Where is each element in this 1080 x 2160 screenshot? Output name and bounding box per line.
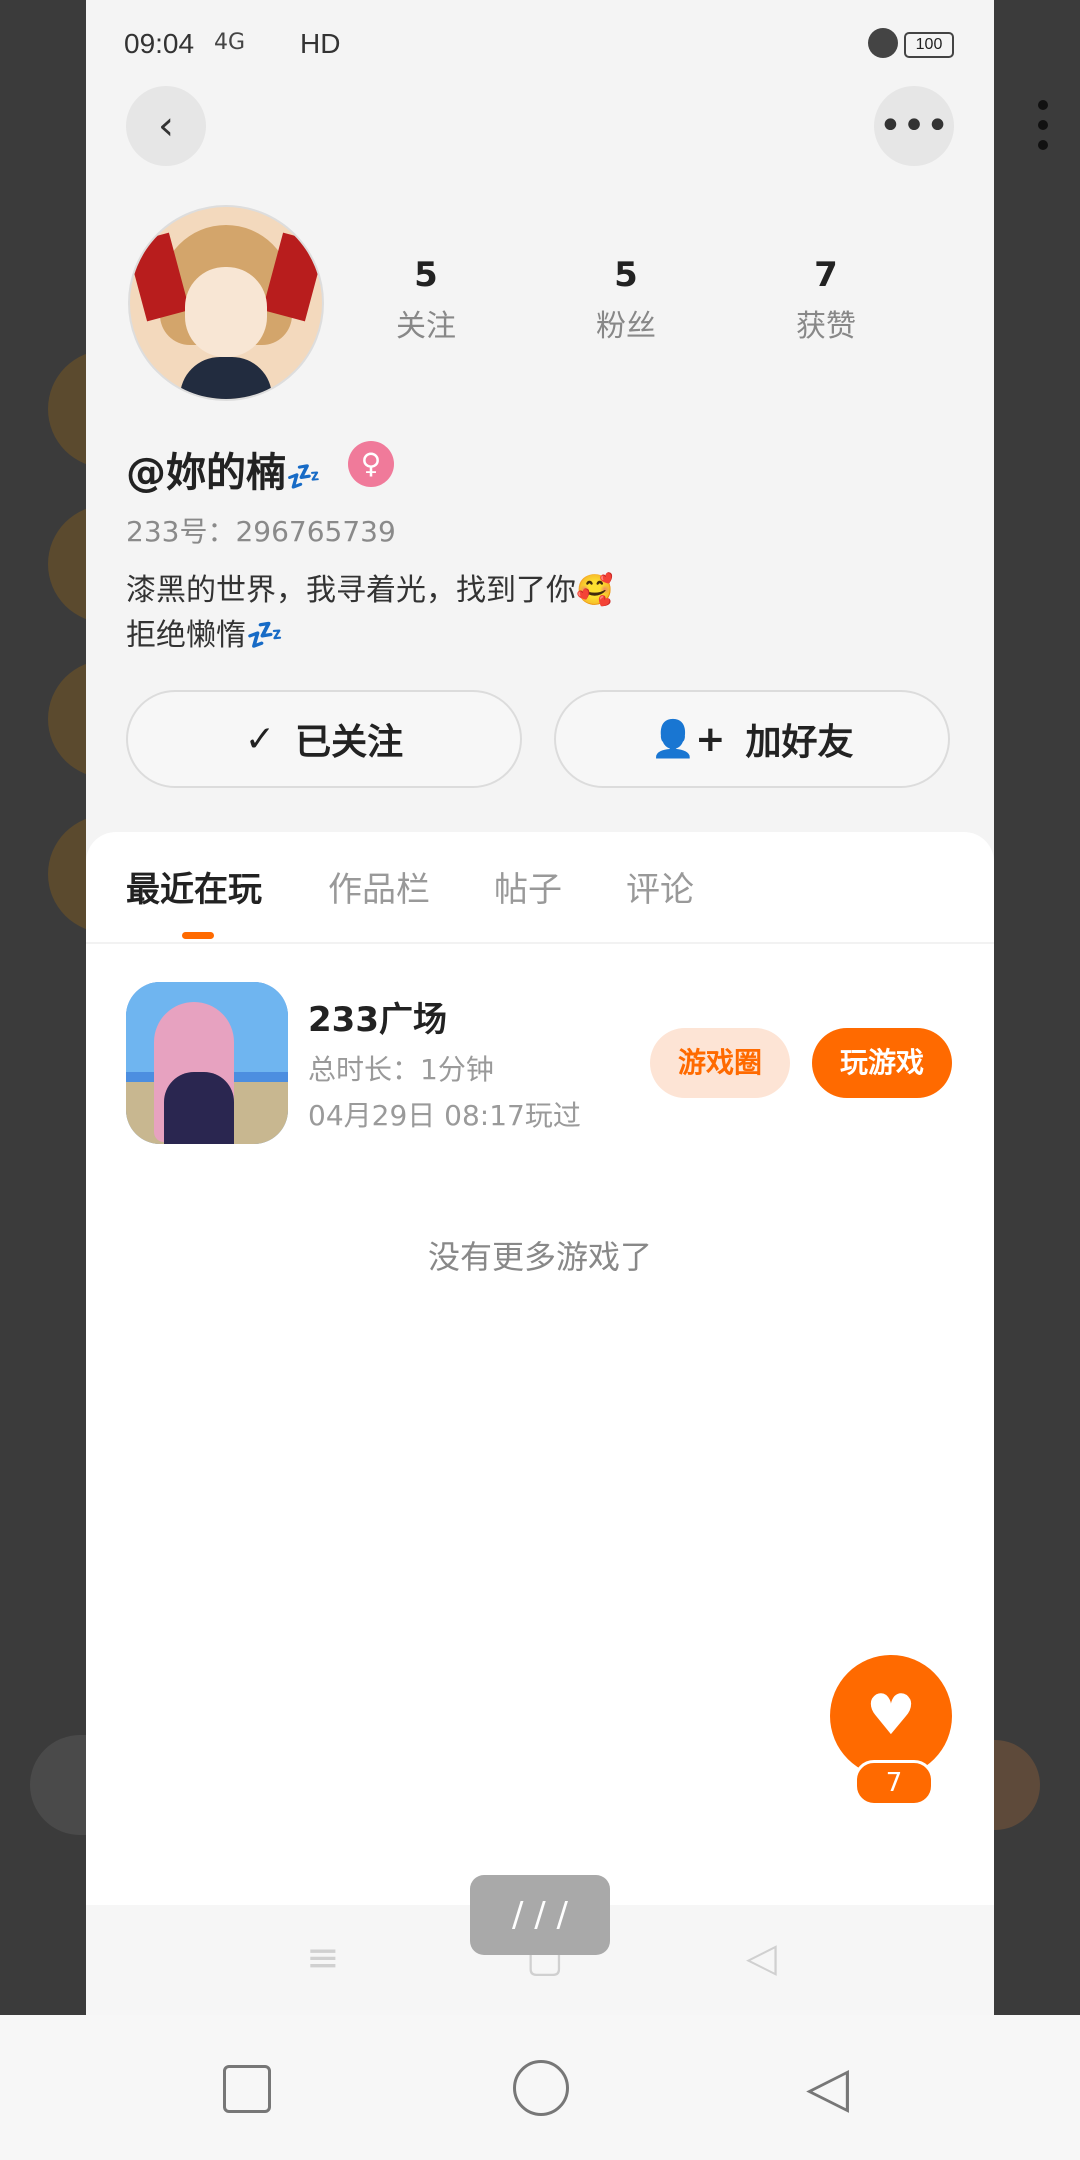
hd-label: HD: [300, 28, 341, 59]
status-bar: 09:04 4G HD 100: [86, 0, 994, 90]
home-icon[interactable]: [513, 2060, 569, 2116]
game-title: 233广场: [308, 1000, 447, 1040]
bio-line-2: 拒绝懒惰💤: [126, 618, 284, 653]
system-navigation-bar: ◁: [0, 2015, 1080, 2160]
profile-sheet: 09:04 4G HD 100 ‹ ••• 5 关注 5 粉丝 7 获赞 @妳的…: [86, 0, 994, 2015]
recent-apps-icon[interactable]: [223, 2065, 271, 2113]
status-time: 09:04: [124, 28, 195, 59]
tab-works[interactable]: 作品栏: [328, 862, 430, 911]
stat-label: 获赞: [796, 309, 856, 344]
nickname-text: @妳的楠: [126, 450, 286, 496]
profile-tabs: 最近在玩 作品栏 帖子 评论: [86, 832, 994, 944]
stat-following[interactable]: 5 关注: [356, 255, 496, 345]
more-horizontal-icon: •••: [878, 103, 950, 149]
stat-label: 粉丝: [596, 309, 656, 344]
tab-posts[interactable]: 帖子: [494, 862, 562, 911]
alarm-icon: [868, 28, 898, 58]
stat-value: 5: [414, 255, 438, 295]
back-button[interactable]: ‹: [126, 86, 206, 166]
page-indicator: / / /: [470, 1875, 610, 1955]
menu-icon: ≡: [306, 1935, 340, 1981]
signal-icon: 4G: [214, 30, 246, 55]
play-game-button[interactable]: 玩游戏: [812, 1028, 952, 1098]
tab-recently-played[interactable]: 最近在玩: [126, 862, 262, 911]
stat-label: 关注: [396, 309, 456, 344]
followed-button[interactable]: ✓ 已关注: [126, 690, 522, 788]
back-triangle-icon: ◁: [746, 1935, 777, 1981]
stat-likes[interactable]: 7 获赞: [756, 255, 896, 345]
followed-label: 已关注: [295, 722, 404, 763]
add-user-icon: 👤+: [650, 719, 726, 760]
add-friend-button[interactable]: 👤+ 加好友: [554, 690, 950, 788]
game-duration: 总时长：1分钟: [308, 1053, 494, 1086]
list-item[interactable]: 233广场 总时长：1分钟 04月29日 08:17玩过 游戏圈 玩游戏: [126, 982, 956, 1147]
like-count-badge: 7: [854, 1760, 934, 1806]
female-icon: ♀: [348, 441, 394, 487]
chevron-left-icon: ‹: [158, 103, 174, 149]
user-id: 233号：296765739: [126, 515, 396, 548]
more-button[interactable]: •••: [874, 86, 954, 166]
background-right: [994, 0, 1080, 2015]
like-button[interactable]: ♥: [830, 1655, 952, 1777]
tab-indicator: [182, 932, 214, 939]
game-icon[interactable]: [126, 982, 288, 1144]
sleep-emoji: 💤: [286, 460, 321, 493]
avatar[interactable]: [128, 205, 324, 401]
back-icon[interactable]: ◁: [806, 2055, 849, 2120]
battery-icon: 100: [904, 32, 954, 58]
stat-value: 7: [814, 255, 838, 295]
profile-stats: 5 关注 5 粉丝 7 获赞: [326, 255, 926, 345]
game-last-played: 04月29日 08:17玩过: [308, 1099, 581, 1132]
stat-value: 5: [614, 255, 638, 295]
stat-followers[interactable]: 5 粉丝: [556, 255, 696, 345]
bio-line-1: 漆黑的世界，我寻着光，找到了你🥰: [126, 573, 614, 608]
check-icon: ✓: [244, 718, 276, 760]
content-panel: 最近在玩 作品栏 帖子 评论 233广场 总时长：1分钟 04月29日 08:1…: [86, 832, 994, 2015]
heart-icon: ♥: [865, 1683, 917, 1748]
add-friend-label: 加好友: [745, 722, 854, 763]
empty-message: 没有更多游戏了: [427, 1238, 652, 1276]
nickname: @妳的楠💤: [126, 440, 321, 498]
tab-comments[interactable]: 评论: [626, 862, 694, 911]
game-circle-button[interactable]: 游戏圈: [650, 1028, 790, 1098]
background-more-icon: [1038, 100, 1050, 160]
background-left: [0, 0, 86, 2015]
